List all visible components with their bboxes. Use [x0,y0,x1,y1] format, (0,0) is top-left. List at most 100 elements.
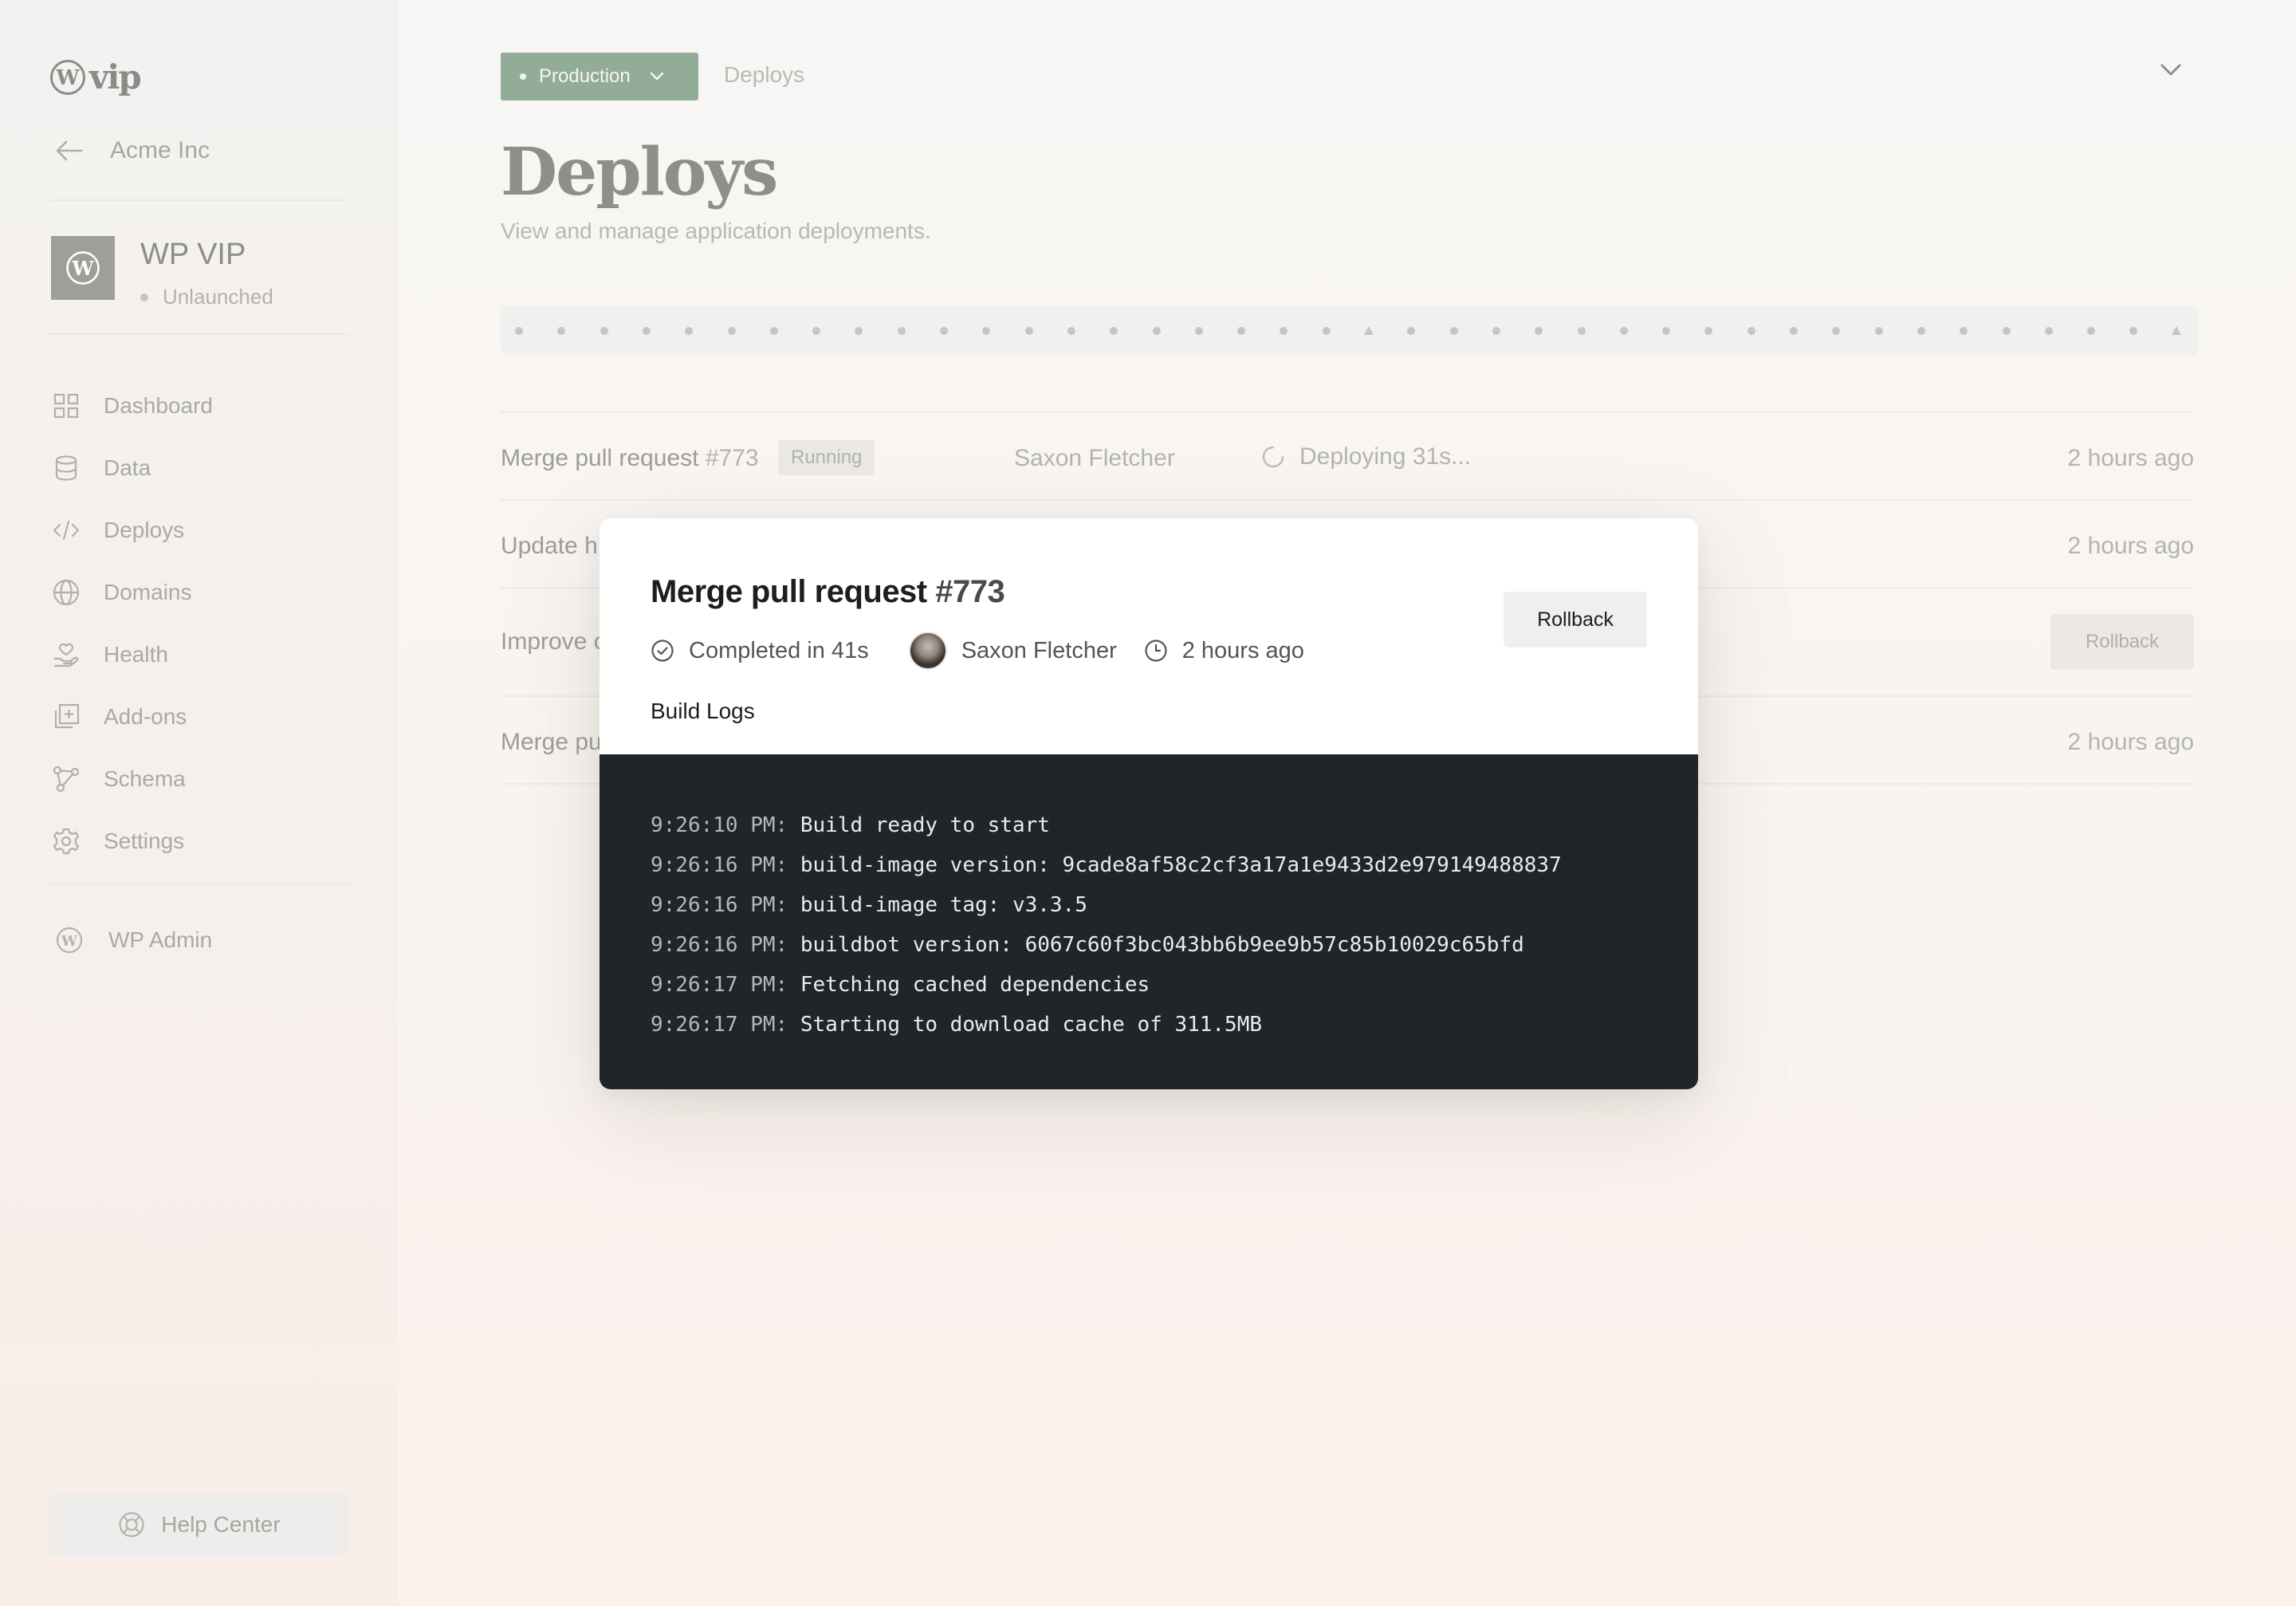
avatar [908,632,947,670]
timeline-marker[interactable] [1577,327,1586,335]
log-message: build-image tag: v3.3.5 [788,893,1087,917]
sidebar-item-label: Domains [104,580,192,604]
table-row[interactable]: Merge pull request #773 Running Saxon Fl… [501,434,2194,482]
chevron-down-icon[interactable] [2160,64,2181,77]
timeline-marker[interactable] [2087,327,2096,335]
code-icon [53,517,80,544]
timeline-marker[interactable] [2129,327,2138,335]
log-line: 9:26:16 PM: build-image tag: v3.3.5 [651,885,1647,925]
timeline-marker[interactable] [1194,327,1203,335]
timeline-marker-triangle[interactable] [2171,326,2181,335]
timeline-marker[interactable] [1619,327,1628,335]
rollback-button[interactable]: Rollback [1504,592,1647,648]
timeline-marker[interactable] [2002,327,2011,335]
timeline-marker[interactable] [600,327,608,335]
check-circle-icon [651,640,674,662]
timeline-marker[interactable] [1747,327,1755,335]
sidebar-item-settings[interactable]: Settings [53,810,213,872]
sidebar-item-deploys[interactable]: Deploys [53,499,213,561]
sidebar-item-health[interactable]: Health [53,624,213,686]
timeline-marker[interactable] [982,327,991,335]
deploy-title: Update h [501,533,598,559]
timeline-marker[interactable] [685,327,694,335]
build-logs-console[interactable]: 9:26:10 PM: Build ready to start 9:26:16 … [600,754,1698,1089]
deploy-progress: Deploying 31s... [1261,443,1471,470]
timeline-marker[interactable] [1067,327,1075,335]
sidebar-item-add-ons[interactable]: Add-ons [53,686,213,748]
timeline-marker[interactable] [1280,327,1288,335]
timeline-marker[interactable] [515,327,523,335]
deploy-title: Merge pu [501,729,602,755]
log-timestamp: 9:26:17 PM: [651,973,788,997]
timeline-marker[interactable] [1917,327,1925,335]
deploy-timeline [501,306,2199,356]
timeline-marker[interactable] [1407,327,1416,335]
timeline-marker[interactable] [1322,327,1331,335]
back-to-org-link[interactable]: Acme Inc [56,137,210,164]
sidebar-item-label: Schema [104,766,186,791]
database-icon [53,455,80,482]
site-card[interactable]: W WP VIP Unlaunched [51,236,273,309]
log-line: 9:26:16 PM: build-image version: 9cade8a… [651,845,1647,885]
timeline-marker[interactable] [1024,327,1033,335]
wordpress-icon: W [56,927,83,954]
timeline-marker[interactable] [1492,327,1500,335]
timeline-marker[interactable] [1704,327,1713,335]
sidebar-item-label: Add-ons [104,704,187,729]
completed-text: Completed in 41s [689,637,869,663]
timeline-marker[interactable] [1449,327,1458,335]
timeline-marker[interactable] [812,327,821,335]
site-status-label: Unlaunched [163,285,273,309]
wp-admin-link[interactable]: W WP Admin [56,927,212,954]
timeline-marker[interactable] [2044,327,2053,335]
site-meta: WP VIP Unlaunched [140,236,273,309]
sidebar-item-label: Dashboard [104,393,213,418]
modal-meta: Completed in 41s Saxon Fletcher 2 hours … [651,632,1304,670]
log-timestamp: 9:26:16 PM: [651,853,788,877]
svg-text:W: W [72,257,95,280]
timeline-marker[interactable] [557,327,566,335]
timeline-marker[interactable] [1960,327,1968,335]
timeline-marker[interactable] [855,327,863,335]
log-message: buildbot version: 6067c60f3bc043bb6b9ee9… [788,933,1524,957]
timeline-marker[interactable] [1832,327,1841,335]
timeline-marker[interactable] [940,327,948,335]
environment-label: Production [539,65,631,87]
timeline-marker[interactable] [1152,327,1161,335]
grid-icon [53,392,80,419]
timeline-marker[interactable] [727,327,736,335]
log-timestamp: 9:26:17 PM: [651,1013,788,1037]
breadcrumb[interactable]: Deploys [724,62,804,88]
page-subtitle: View and manage application deployments. [501,218,931,243]
timeline-marker[interactable] [1535,327,1543,335]
timeline-marker[interactable] [1237,327,1246,335]
timeline-marker[interactable] [897,327,906,335]
timeline-marker[interactable] [769,327,778,335]
spinner-icon [1262,446,1284,468]
deploy-status-text: Deploying 31s... [1299,443,1472,470]
timeline-marker[interactable] [1110,327,1119,335]
vip-logo[interactable]: W vip [49,57,142,96]
timeline-marker[interactable] [1790,327,1798,335]
logo-text: vip [89,57,142,96]
environment-dot-icon [520,73,526,80]
sidebar-divider [49,199,349,201]
timeline-marker[interactable] [1874,327,1883,335]
site-name: WP VIP [140,238,246,271]
sidebar-item-label: Data [104,455,151,480]
arrow-left-icon [56,140,83,161]
modal-title-text: Merge pull request [651,574,927,609]
rollback-button[interactable]: Rollback [2050,614,2194,670]
environment-dropdown[interactable]: Production [501,53,698,100]
row-divider [501,499,2194,501]
sidebar-item-schema[interactable]: Schema [53,748,213,810]
sidebar-item-data[interactable]: Data [53,437,213,499]
timeline-marker[interactable] [1662,327,1671,335]
timeline-marker[interactable] [642,327,651,335]
sidebar-item-domains[interactable]: Domains [53,561,213,624]
help-center-button[interactable]: Help Center [49,1493,349,1557]
timeline-marker-triangle[interactable] [1364,326,1374,335]
deploy-title-text: Merge pull request [501,445,699,471]
sidebar: W vip Acme Inc W WP VIP Unlaunched Dashb… [0,0,399,1606]
sidebar-item-dashboard[interactable]: Dashboard [53,375,213,437]
